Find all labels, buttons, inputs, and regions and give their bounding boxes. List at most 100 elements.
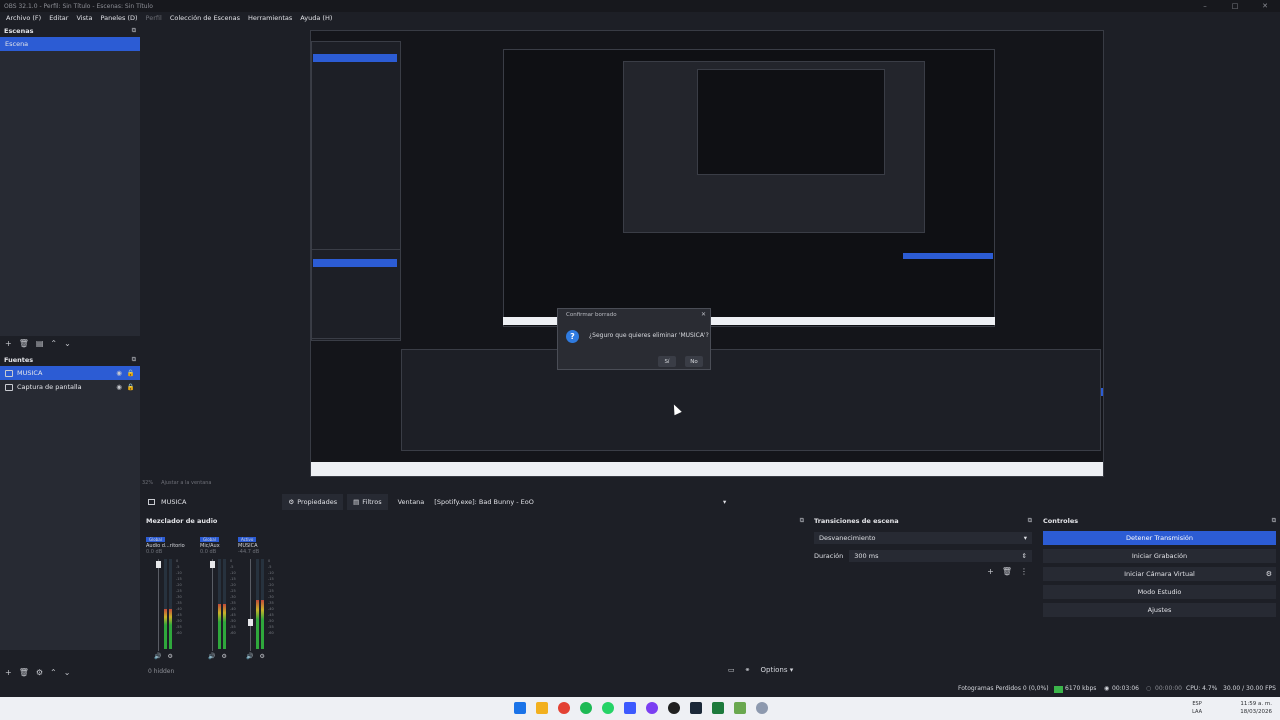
whatsapp-icon[interactable]	[602, 702, 614, 714]
move-up-icon[interactable]: ⌃	[50, 339, 57, 348]
mute-speaker-icon[interactable]: 🔊	[246, 653, 253, 660]
more-options-icon[interactable]: ⋮	[1020, 567, 1028, 576]
chevron-down-icon: ▾	[1023, 534, 1027, 542]
undock-icon[interactable]: ⧉	[1028, 517, 1032, 525]
mixer-title: Mezclador de audio	[146, 517, 218, 525]
mute-speaker-icon[interactable]: 🔊	[154, 653, 161, 660]
move-down-icon[interactable]: ⌄	[64, 339, 71, 348]
link-icon[interactable]: ⚭	[745, 666, 751, 674]
move-down-icon[interactable]: ⌄	[64, 668, 71, 677]
add-scene-icon[interactable]: +	[5, 339, 12, 348]
fader-knob[interactable]	[248, 619, 253, 626]
undock-icon[interactable]: ⧉	[1272, 517, 1276, 525]
yes-button[interactable]: Sí	[658, 356, 676, 367]
volume-fader[interactable]	[210, 559, 215, 651]
gear-icon[interactable]: ⚙	[167, 653, 172, 660]
transition-select-value: Desvanecimiento	[819, 534, 876, 542]
app-icon[interactable]	[624, 702, 636, 714]
close-icon[interactable]: ✕	[1250, 0, 1280, 12]
source-item-musica[interactable]: MUSICA ◉ 🔒	[0, 366, 140, 380]
move-up-icon[interactable]: ⌃	[50, 668, 57, 677]
transition-toolbar: + 🗑 ⋮	[810, 563, 1036, 580]
stop-streaming-button[interactable]: Detener Transmisión	[1043, 531, 1276, 545]
preview-canvas[interactable]	[310, 30, 1104, 477]
zoom-mode[interactable]: Ajustar a la ventana	[161, 480, 211, 486]
add-source-icon[interactable]: +	[5, 668, 12, 677]
mixer-toolbar: ▭ ⚭ Options ▾	[728, 666, 793, 674]
menu-ayuda[interactable]: Ayuda (H)	[296, 14, 336, 22]
excel-icon[interactable]	[712, 702, 724, 714]
add-transition-icon[interactable]: +	[987, 567, 994, 576]
sources-list: MUSICA ◉ 🔒 Captura de pantalla ◉ 🔒	[0, 366, 140, 650]
menu-paneles[interactable]: Paneles (D)	[96, 14, 141, 22]
app-icon[interactable]	[646, 702, 658, 714]
context-source-name: MUSICA	[161, 498, 187, 506]
menu-perfil[interactable]: Perfil	[142, 14, 166, 22]
filters-button[interactable]: ▤ Filtros	[347, 494, 388, 510]
settings-icon[interactable]	[756, 702, 768, 714]
lock-icon[interactable]: 🔒	[127, 383, 135, 391]
settings-button[interactable]: Ajustes	[1043, 603, 1276, 617]
start-recording-button[interactable]: Iniciar Grabación	[1043, 549, 1276, 563]
menu-herramientas[interactable]: Herramientas	[244, 14, 296, 22]
layout-icon[interactable]: ▭	[728, 666, 735, 674]
steam-icon[interactable]	[690, 702, 702, 714]
clock-date: 18/03/2026	[1240, 709, 1272, 715]
zoom-level[interactable]: 32%	[142, 480, 153, 486]
menu-coleccion-escenas[interactable]: Colección de Escenas	[166, 14, 244, 22]
menu-editar[interactable]: Editar	[45, 14, 72, 22]
gear-icon[interactable]: ⚙	[36, 668, 43, 677]
audio-source-icon	[5, 369, 13, 377]
eye-icon[interactable]: ◉	[116, 383, 122, 391]
stream-time: 00:03:06	[1112, 685, 1139, 692]
windows-start-icon[interactable]	[514, 702, 526, 714]
close-icon[interactable]: ✕	[701, 311, 706, 318]
studio-mode-button[interactable]: Modo Estudio	[1043, 585, 1276, 599]
bitrate: 6170 kbps	[1065, 685, 1097, 692]
menu-vista[interactable]: Vista	[72, 14, 96, 22]
window-select[interactable]: [Spotify.exe]: Bad Bunny - EoO ▾	[430, 496, 731, 508]
lock-icon[interactable]: 🔒	[127, 369, 135, 377]
eye-icon[interactable]: ◉	[116, 369, 122, 377]
gear-icon[interactable]: ⚙	[259, 653, 264, 660]
fader-knob[interactable]	[156, 561, 161, 568]
maximize-icon[interactable]: □	[1220, 0, 1250, 12]
chrome-icon[interactable]	[558, 702, 570, 714]
audio-meter	[261, 559, 264, 649]
gear-icon[interactable]: ⚙	[1266, 570, 1272, 578]
duration-spinbox[interactable]: 300 ms ⇕	[849, 550, 1032, 562]
undock-icon[interactable]: ⧉	[132, 27, 136, 35]
remove-source-icon[interactable]: 🗑	[19, 668, 29, 677]
options-button[interactable]: Options ▾	[761, 666, 794, 674]
channel-tag: Activo	[238, 537, 257, 542]
start-virtual-camera-button[interactable]: Iniciar Cámara Virtual ⚙	[1043, 567, 1276, 581]
undock-icon[interactable]: ⧉	[132, 356, 136, 364]
transition-select[interactable]: Desvanecimiento ▾	[814, 532, 1032, 544]
filters-icon[interactable]: ▤	[36, 339, 44, 348]
obs-icon[interactable]	[668, 702, 680, 714]
remove-scene-icon[interactable]: 🗑	[19, 339, 29, 348]
fader-knob[interactable]	[210, 561, 215, 568]
spotify-icon[interactable]	[580, 702, 592, 714]
signal-icon	[1054, 686, 1063, 693]
scene-item[interactable]: Escena	[0, 37, 140, 51]
nested-bottom-docks	[401, 349, 1101, 451]
language-indicator[interactable]: ESP LAA	[1192, 700, 1202, 716]
properties-button[interactable]: ⚙ Propiedades	[282, 494, 344, 510]
no-button[interactable]: No	[685, 356, 703, 367]
gear-icon[interactable]: ⚙	[221, 653, 226, 660]
mute-speaker-icon[interactable]: 🔊	[208, 653, 215, 660]
minecraft-icon[interactable]	[734, 702, 746, 714]
volume-fader[interactable]	[156, 559, 161, 651]
properties-label: Propiedades	[297, 498, 338, 506]
remove-transition-icon[interactable]: 🗑	[1002, 567, 1012, 576]
system-clock[interactable]: 11:59 a. m. 18/03/2026	[1240, 700, 1272, 716]
volume-fader[interactable]	[248, 559, 253, 651]
source-item-captura[interactable]: Captura de pantalla ◉ 🔒	[0, 380, 140, 394]
channel-controls: 🔊 ⚙	[208, 653, 227, 660]
lang-secondary: LAA	[1192, 709, 1202, 715]
minimize-icon[interactable]: –	[1190, 0, 1220, 12]
menu-archivo[interactable]: Archivo (F)	[2, 14, 45, 22]
undock-icon[interactable]: ⧉	[800, 517, 804, 525]
file-explorer-icon[interactable]	[536, 702, 548, 714]
